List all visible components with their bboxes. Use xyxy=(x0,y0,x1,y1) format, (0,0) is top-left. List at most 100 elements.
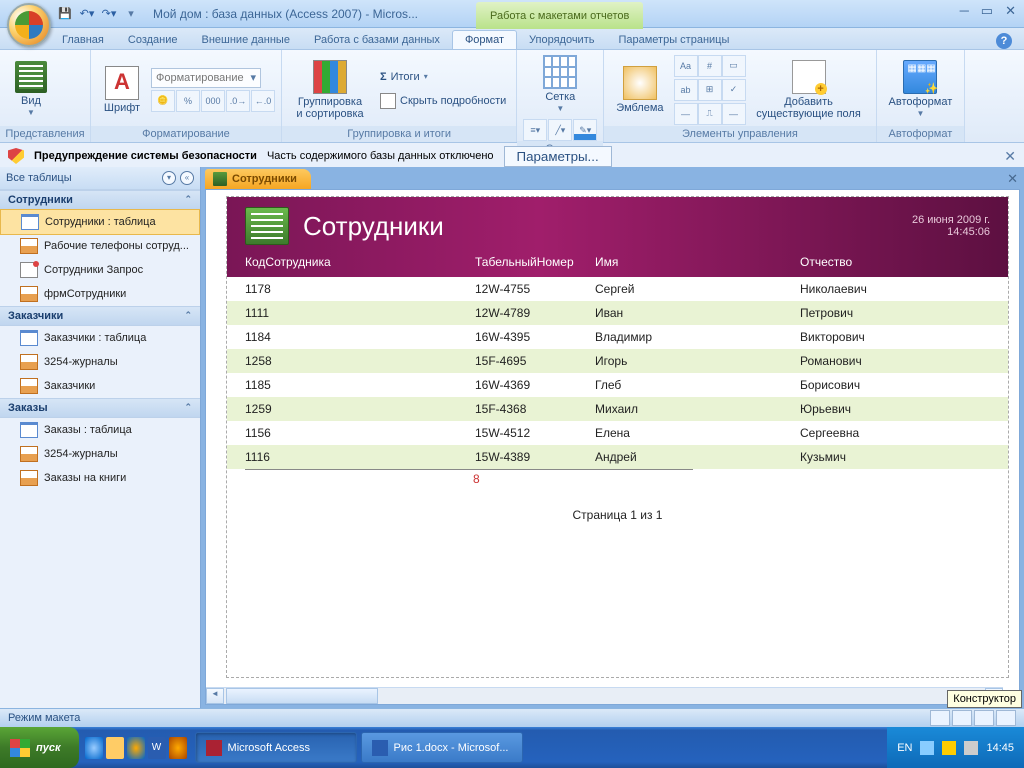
table-row[interactable]: 118516W-4369ГлебБорисович xyxy=(227,373,1008,397)
ribbon-tab[interactable]: Работа с базами данных xyxy=(302,31,452,49)
tray-icon[interactable] xyxy=(964,741,978,755)
security-options-button[interactable]: Параметры... xyxy=(504,146,612,167)
table-row[interactable]: 117812W-4755СергейНиколаевич xyxy=(227,277,1008,301)
document-tab[interactable]: Сотрудники xyxy=(205,169,311,189)
nav-group-header[interactable]: Заказы xyxy=(0,398,200,418)
column-header[interactable]: Имя xyxy=(595,255,800,269)
qat-more-icon[interactable]: ▾ xyxy=(121,4,141,24)
nav-group-header[interactable]: Заказчики xyxy=(0,306,200,326)
ribbon-tab[interactable]: Упорядочить xyxy=(517,31,606,49)
nav-item[interactable]: Сотрудники : таблица xyxy=(0,209,200,235)
nav-item[interactable]: Заказчики xyxy=(0,374,200,398)
app-icon[interactable] xyxy=(169,737,187,759)
column-header[interactable]: Отчество xyxy=(800,255,990,269)
table-row[interactable]: 125815F-4695ИгорьРоманович xyxy=(227,349,1008,373)
report-header[interactable]: Сотрудники 26 июня 2009 г. 14:45:06 КодС… xyxy=(227,197,1008,277)
column-header[interactable]: ТабельныйНомер xyxy=(475,255,595,269)
qry-icon xyxy=(20,262,38,278)
scroll-left-icon[interactable]: ◄ xyxy=(206,688,224,704)
view-mode-button[interactable] xyxy=(974,710,994,726)
formatting-combo[interactable]: Форматирование xyxy=(151,68,261,88)
view-mode-button[interactable] xyxy=(930,710,950,726)
control-icon[interactable]: ⊞ xyxy=(698,79,722,101)
nav-item[interactable]: 3254-журналы xyxy=(0,350,200,374)
maximize-icon[interactable]: ▭ xyxy=(981,3,993,19)
word-icon[interactable]: W xyxy=(148,737,166,759)
ribbon-tab[interactable]: Внешние данные xyxy=(190,31,302,49)
security-close-icon[interactable]: ✕ xyxy=(1004,148,1016,165)
ribbon-tab[interactable]: Главная xyxy=(50,31,116,49)
report-page-footer: Страница 1 из 1 xyxy=(227,488,1008,542)
wmp-icon[interactable] xyxy=(127,737,145,759)
save-icon[interactable]: 💾 xyxy=(55,4,75,24)
grouping-button[interactable]: Группировка и сортировка xyxy=(288,58,372,122)
line-style-icon[interactable]: ╱▾ xyxy=(548,119,572,141)
column-header[interactable]: КодСотрудника xyxy=(245,255,475,269)
report-date: 26 июня 2009 г. xyxy=(912,214,990,226)
office-button[interactable] xyxy=(7,3,51,47)
font-button[interactable]: A Шрифт xyxy=(97,64,147,116)
nav-item[interactable]: 3254-журналы xyxy=(0,442,200,466)
nav-item[interactable]: Заказы на книги xyxy=(0,466,200,490)
control-icon[interactable]: ab xyxy=(674,79,698,101)
ie-icon[interactable] xyxy=(85,737,103,759)
control-icon[interactable]: ✓ xyxy=(722,79,746,101)
document-close-icon[interactable]: ✕ xyxy=(1007,171,1018,187)
hide-details-button[interactable]: Скрыть подробности xyxy=(376,91,510,111)
control-icon[interactable]: Aa xyxy=(674,55,698,77)
nav-item[interactable]: фрмСотрудники xyxy=(0,282,200,306)
table-row[interactable]: 118416W-4395ВладимирВикторович xyxy=(227,325,1008,349)
nav-item[interactable]: Сотрудники Запрос xyxy=(0,258,200,282)
minimize-icon[interactable]: ─ xyxy=(960,3,969,19)
table-row[interactable]: 111112W-4789ИванПетрович xyxy=(227,301,1008,325)
taskbar-app-button[interactable]: Microsoft Access xyxy=(195,732,357,763)
control-icon[interactable]: — xyxy=(722,103,746,125)
scroll-thumb[interactable] xyxy=(226,688,378,704)
view-mode-button[interactable] xyxy=(952,710,972,726)
inc-decimals-icon[interactable]: .0→ xyxy=(226,90,250,112)
table-row[interactable]: 125915F-4368МихаилЮрьевич xyxy=(227,397,1008,421)
ribbon-tab[interactable]: Параметры страницы xyxy=(606,31,741,49)
horizontal-scrollbar[interactable]: ◄ ► xyxy=(206,687,1003,704)
emblem-button[interactable]: Эмблема xyxy=(610,64,669,116)
thousands-icon[interactable]: 000 xyxy=(201,90,225,112)
grid-button[interactable]: Сетка ▼ xyxy=(535,53,585,117)
nav-pane-header[interactable]: Все таблицы ▾ « xyxy=(0,167,200,190)
view-button[interactable]: Вид ▼ xyxy=(6,59,56,121)
start-button[interactable]: пуск xyxy=(0,727,79,768)
currency-icon[interactable]: 🪙 xyxy=(151,90,175,112)
view-mode-button[interactable] xyxy=(996,710,1016,726)
ribbon-tab[interactable]: Создание xyxy=(116,31,190,49)
table-row[interactable]: 115615W-4512ЕленаСергеевна xyxy=(227,421,1008,445)
line-width-icon[interactable]: ≡▾ xyxy=(523,119,547,141)
help-icon[interactable]: ? xyxy=(996,33,1012,49)
control-icon[interactable]: ⎍ xyxy=(698,103,722,125)
collapse-pane-icon[interactable]: « xyxy=(180,171,194,185)
autoformat-button[interactable]: Автоформат ▼ xyxy=(883,58,959,122)
tbl-icon xyxy=(20,422,38,438)
redo-icon[interactable]: ↷▾ xyxy=(99,4,119,24)
control-icon[interactable]: # xyxy=(698,55,722,77)
chevron-down-icon[interactable]: ▾ xyxy=(162,171,176,185)
totals-button[interactable]: ΣИтоги▾ xyxy=(376,69,510,85)
nav-group-header[interactable]: Сотрудники xyxy=(0,190,200,210)
nav-item[interactable]: Рабочие телефоны сотруд... xyxy=(0,234,200,258)
table-row[interactable]: 111615W-4389АндрейКузьмич xyxy=(227,445,1008,469)
control-icon[interactable]: — xyxy=(674,103,698,125)
taskbar-app-button[interactable]: Рис 1.docx - Microsof... xyxy=(361,732,523,763)
ribbon-tab[interactable]: Формат xyxy=(452,30,517,49)
clock[interactable]: 14:45 xyxy=(986,742,1014,754)
explorer-icon[interactable] xyxy=(106,737,124,759)
dec-decimals-icon[interactable]: ←.0 xyxy=(251,90,275,112)
line-color-icon[interactable]: ✎▾ xyxy=(573,119,597,141)
tray-icon[interactable] xyxy=(942,741,956,755)
tray-icon[interactable] xyxy=(920,741,934,755)
nav-item[interactable]: Заказы : таблица xyxy=(0,418,200,442)
nav-item[interactable]: Заказчики : таблица xyxy=(0,326,200,350)
control-icon[interactable]: ▭ xyxy=(722,55,746,77)
add-fields-button[interactable]: Добавить существующие поля xyxy=(748,58,870,122)
undo-icon[interactable]: ↶▾ xyxy=(77,4,97,24)
percent-icon[interactable]: % xyxy=(176,90,200,112)
language-indicator[interactable]: EN xyxy=(897,742,912,754)
close-icon[interactable]: ✕ xyxy=(1005,3,1016,19)
